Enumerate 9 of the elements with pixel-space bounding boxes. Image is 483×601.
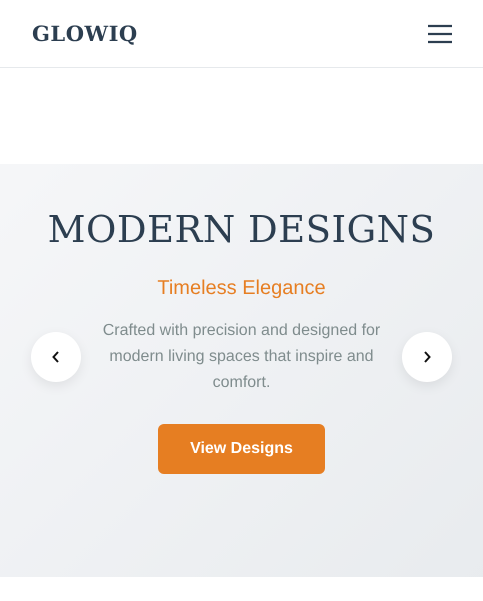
next-button[interactable] [402, 332, 452, 382]
logo[interactable]: GLOWIQ [32, 21, 138, 46]
chevron-left-icon [51, 350, 61, 364]
previous-button[interactable] [31, 332, 81, 382]
hero-title: MODERN DESIGNS [48, 208, 436, 251]
hero-subtitle: Timeless Elegance [157, 277, 326, 300]
hero-description: Crafted with precision and designed for modern living spaces that inspire and comfort. [102, 321, 382, 393]
menu-icon[interactable] [427, 24, 453, 44]
chevron-right-icon [422, 350, 432, 364]
